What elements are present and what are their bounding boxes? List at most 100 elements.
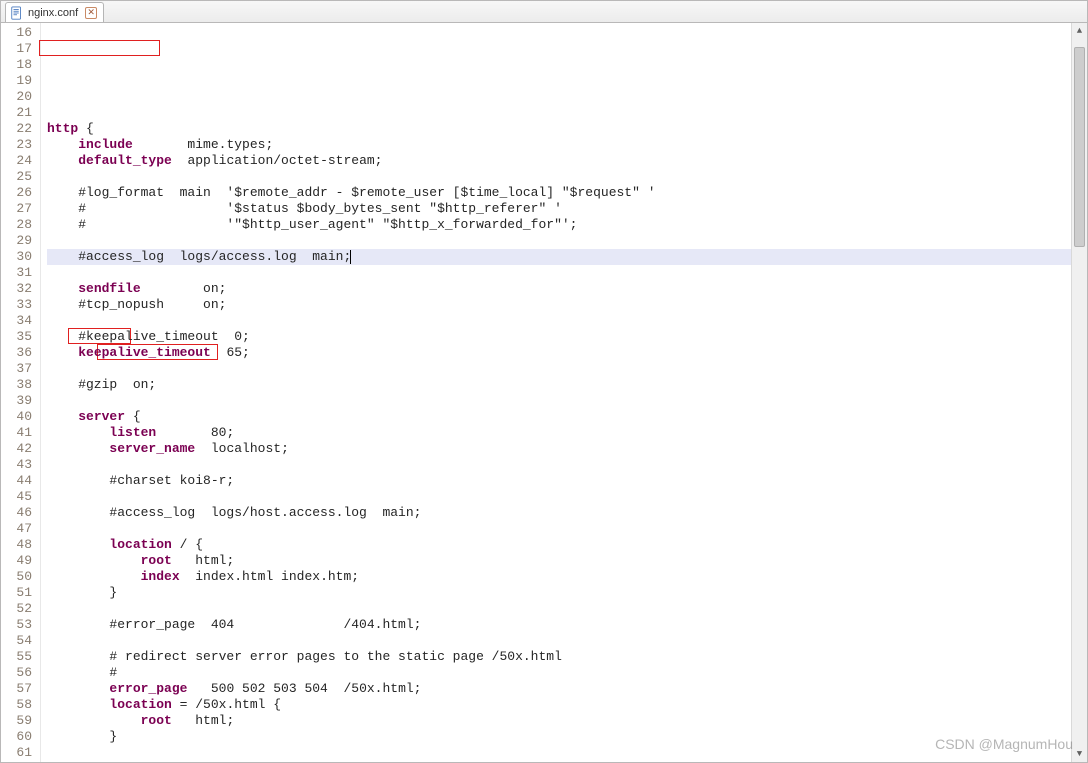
line-number: 40 (1, 409, 32, 425)
line-number: 27 (1, 201, 32, 217)
code-line[interactable]: root html; (47, 553, 1087, 569)
vertical-scrollbar[interactable]: ▲ ▼ (1071, 23, 1087, 762)
code-line[interactable]: default_type application/octet-stream; (47, 153, 1087, 169)
line-number: 22 (1, 121, 32, 137)
code-line[interactable]: sendfile on; (47, 281, 1087, 297)
line-number: 48 (1, 537, 32, 553)
code-line[interactable]: include mime.types; (47, 137, 1087, 153)
line-number: 44 (1, 473, 32, 489)
line-number: 53 (1, 617, 32, 633)
scrollbar-thumb[interactable] (1074, 47, 1085, 247)
code-line[interactable]: error_page 500 502 503 504 /50x.html; (47, 681, 1087, 697)
code-line[interactable] (47, 457, 1087, 473)
line-number: 39 (1, 393, 32, 409)
scroll-up-arrow[interactable]: ▲ (1072, 23, 1087, 39)
line-number: 23 (1, 137, 32, 153)
tab-bar: nginx.conf ✕ (1, 1, 1087, 23)
code-line[interactable] (47, 169, 1087, 185)
code-line[interactable]: #log_format main '$remote_addr - $remote… (47, 185, 1087, 201)
code-line[interactable]: # '$status $body_bytes_sent "$http_refer… (47, 201, 1087, 217)
line-number: 16 (1, 25, 32, 41)
code-line[interactable]: #error_page 404 /404.html; (47, 617, 1087, 633)
line-number: 51 (1, 585, 32, 601)
line-number: 24 (1, 153, 32, 169)
code-line[interactable]: #gzip on; (47, 377, 1087, 393)
code-line[interactable]: server_name localhost; (47, 441, 1087, 457)
line-number: 50 (1, 569, 32, 585)
line-number: 38 (1, 377, 32, 393)
tab-nginx-conf[interactable]: nginx.conf ✕ (5, 2, 104, 22)
code-area[interactable]: http { include mime.types; default_type … (41, 23, 1087, 762)
line-number: 46 (1, 505, 32, 521)
text-caret (350, 250, 351, 264)
tab-filename: nginx.conf (28, 7, 78, 19)
code-line[interactable]: } (47, 729, 1087, 745)
line-number: 18 (1, 57, 32, 73)
line-number: 45 (1, 489, 32, 505)
code-line[interactable]: #tcp_nopush on; (47, 297, 1087, 313)
line-number: 32 (1, 281, 32, 297)
line-number: 43 (1, 457, 32, 473)
code-line[interactable]: #keepalive_timeout 0; (47, 329, 1087, 345)
close-icon[interactable]: ✕ (85, 7, 97, 19)
scrollbar-track[interactable] (1072, 39, 1087, 746)
line-number: 58 (1, 697, 32, 713)
line-number: 52 (1, 601, 32, 617)
code-line[interactable]: #charset koi8-r; (47, 473, 1087, 489)
code-line[interactable]: server { (47, 409, 1087, 425)
line-number: 36 (1, 345, 32, 361)
code-line[interactable]: root html; (47, 713, 1087, 729)
code-line[interactable]: # '"$http_user_agent" "$http_x_forwarded… (47, 217, 1087, 233)
code-line[interactable] (47, 489, 1087, 505)
line-number: 25 (1, 169, 32, 185)
line-number: 59 (1, 713, 32, 729)
code-line[interactable]: #access_log logs/host.access.log main; (47, 505, 1087, 521)
line-number: 28 (1, 217, 32, 233)
code-line[interactable] (47, 745, 1087, 761)
code-line[interactable]: location / { (47, 537, 1087, 553)
line-number: 42 (1, 441, 32, 457)
code-line[interactable]: index index.html index.htm; (47, 569, 1087, 585)
line-number: 41 (1, 425, 32, 441)
code-line[interactable]: listen 80; (47, 425, 1087, 441)
code-line[interactable] (47, 633, 1087, 649)
code-line[interactable]: } (47, 585, 1087, 601)
line-number: 31 (1, 265, 32, 281)
file-icon (10, 6, 24, 20)
line-number: 60 (1, 729, 32, 745)
code-line[interactable] (47, 361, 1087, 377)
code-line[interactable]: http { (47, 121, 1087, 137)
line-number-gutter: 1617181920212223242526272829303132333435… (1, 23, 41, 762)
scroll-down-arrow[interactable]: ▼ (1072, 746, 1087, 762)
line-number: 26 (1, 185, 32, 201)
code-line[interactable] (47, 313, 1087, 329)
code-line[interactable]: location = /50x.html { (47, 697, 1087, 713)
line-number: 55 (1, 649, 32, 665)
code-line[interactable]: # redirect server error pages to the sta… (47, 649, 1087, 665)
line-number: 30 (1, 249, 32, 265)
line-number: 47 (1, 521, 32, 537)
line-number: 49 (1, 553, 32, 569)
line-number: 19 (1, 73, 32, 89)
code-line[interactable]: # (47, 665, 1087, 681)
line-number: 56 (1, 665, 32, 681)
code-line[interactable] (47, 521, 1087, 537)
line-number: 54 (1, 633, 32, 649)
line-number: 17 (1, 41, 32, 57)
line-number: 29 (1, 233, 32, 249)
line-number: 34 (1, 313, 32, 329)
line-number: 21 (1, 105, 32, 121)
code-line[interactable]: keepalive_timeout 65; (47, 345, 1087, 361)
code-line[interactable]: #access_log logs/access.log main; (47, 249, 1087, 265)
line-number: 37 (1, 361, 32, 377)
line-number: 61 (1, 745, 32, 761)
code-line[interactable] (47, 233, 1087, 249)
code-editor[interactable]: 1617181920212223242526272829303132333435… (1, 23, 1087, 762)
highlight-box-http (39, 40, 160, 56)
code-line[interactable]: # proxy the PHP scripts to Apache listen… (47, 761, 1087, 762)
code-line[interactable] (47, 601, 1087, 617)
code-line[interactable] (47, 265, 1087, 281)
code-line[interactable] (47, 393, 1087, 409)
line-number: 20 (1, 89, 32, 105)
code-line[interactable] (47, 105, 1087, 121)
